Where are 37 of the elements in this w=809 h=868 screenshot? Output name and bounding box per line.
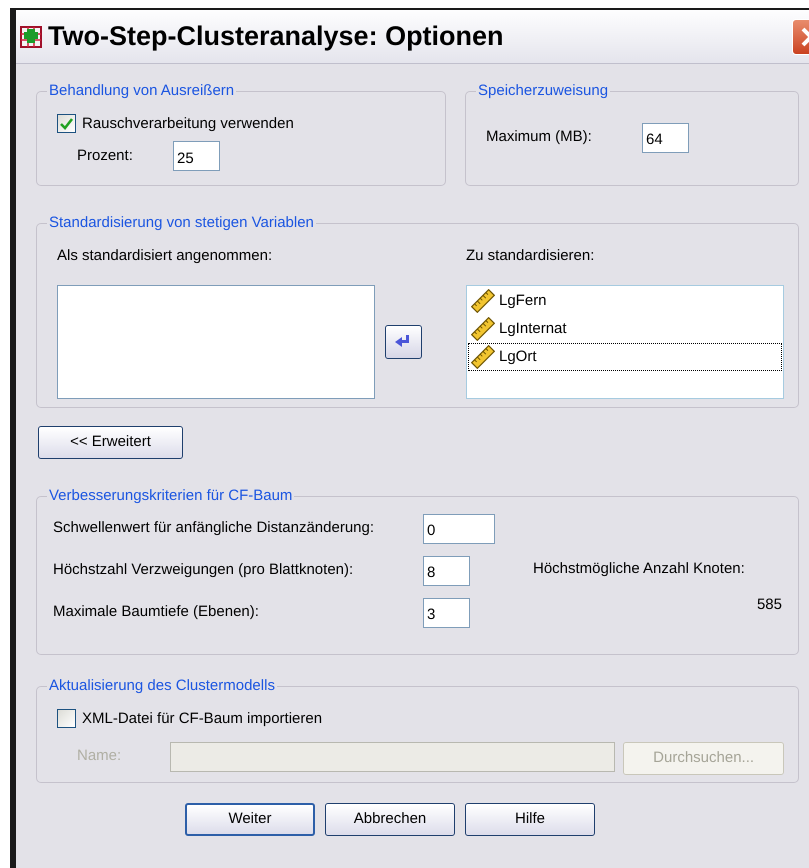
- input-field[interactable]: 64: [642, 122, 689, 152]
- input-field[interactable]: 8: [423, 556, 470, 586]
- group-title: Behandlung von Ausreißern: [48, 81, 236, 101]
- field-label: Höchstzahl Verzweigungen (pro Blattknoten):: [53, 560, 354, 580]
- check-icon: [60, 118, 73, 130]
- field-label: Maximum (MB):: [486, 127, 593, 148]
- group-title: Aktualisierung des Clustermodells: [48, 676, 276, 696]
- list-item[interactable]: LgInternat: [468, 315, 782, 343]
- field-label: Maximale Baumtiefe (Ebenen):: [53, 602, 260, 622]
- field-label: Name:: [77, 746, 122, 766]
- app-icon: [20, 26, 42, 48]
- field-label: Schwellenwert für anfängliche Distanzänderung:: [53, 518, 376, 538]
- dialog-button[interactable]: << Erweitert: [38, 426, 183, 459]
- input-field[interactable]: 3: [423, 598, 470, 628]
- checkbox-label: XML-Datei für CF-Baum importieren: [82, 708, 322, 728]
- ruler-icon: [471, 345, 495, 369]
- move-button[interactable]: [384, 324, 422, 359]
- nodes-label: Höchstmögliche Anzahl Knoten:: [533, 558, 745, 578]
- field-label: Prozent:: [77, 146, 134, 166]
- list-item[interactable]: LgFern: [468, 287, 782, 315]
- dialog-button[interactable]: Hilfe: [465, 803, 595, 836]
- group-title: Speicherzuweisung: [477, 81, 610, 101]
- group-title: Verbesserungskriterien für CF-Baum: [48, 486, 294, 506]
- nodes-value: 585: [756, 595, 782, 615]
- checkbox[interactable]: [57, 114, 76, 134]
- checkbox[interactable]: [57, 709, 76, 728]
- list-label: Zu standardisieren:: [466, 246, 596, 266]
- input-field[interactable]: 25: [173, 141, 220, 171]
- variable-list[interactable]: [57, 285, 375, 399]
- dialog-button[interactable]: Abbrechen: [325, 803, 455, 836]
- input-field[interactable]: 0: [423, 514, 495, 544]
- checkbox-label: Rauschverarbeitung verwenden: [82, 114, 294, 134]
- group-title: Standardisierung von stetigen Variablen: [48, 213, 315, 233]
- list-label: Als standardisiert angenommen:: [57, 246, 274, 266]
- window-title: Two-Step-Clusteranalyse: Optionen: [48, 20, 505, 54]
- dialog-button[interactable]: Weiter: [185, 803, 315, 836]
- list-item[interactable]: LgOrt: [468, 343, 782, 371]
